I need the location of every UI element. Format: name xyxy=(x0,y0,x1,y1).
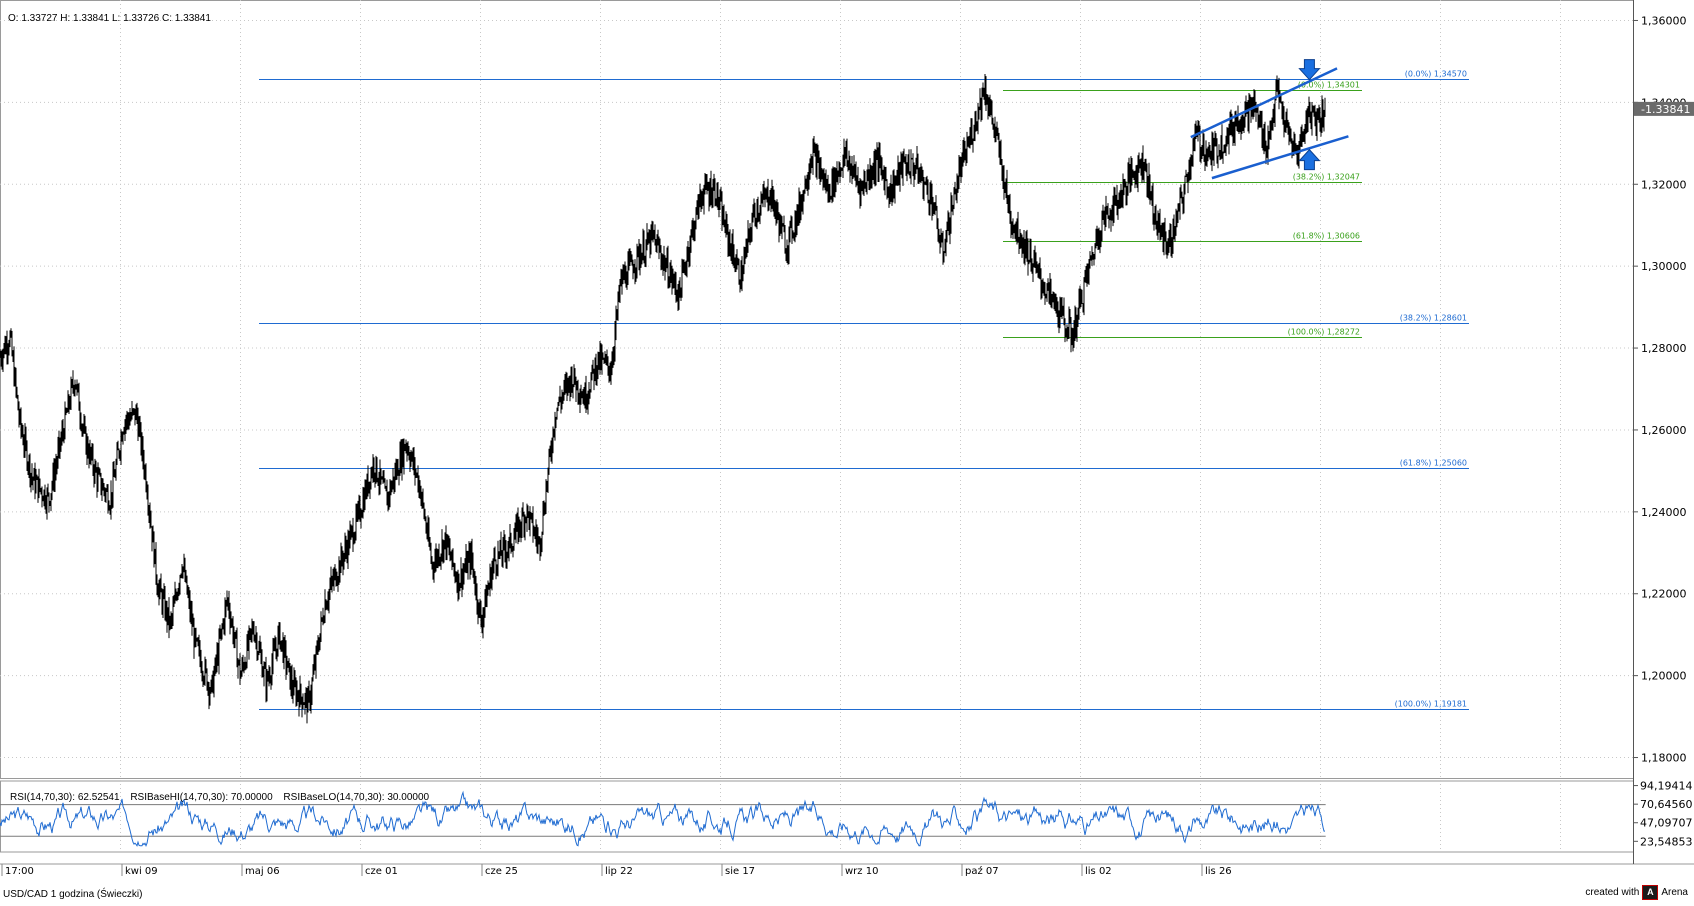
x-tick-label: paź 07 xyxy=(965,865,999,877)
rsi-tick-label: 23,54853 xyxy=(1640,835,1693,848)
rsi-legend: RSI(14,70,30): 62.52541 RSIBaseHI(14,70,… xyxy=(10,792,437,803)
x-tick-label: wrz 10 xyxy=(845,866,878,877)
rsi-tick-label: 47,09707 xyxy=(1640,817,1693,830)
rsi-base-hi-label: RSIBaseHI(14,70,30): 70.00000 xyxy=(130,792,273,803)
x-tick-label: lip 22 xyxy=(605,866,633,877)
created-with-label: created with xyxy=(1585,887,1640,898)
x-tick-label: sie 17 xyxy=(725,866,755,877)
fib-blue-label: (61.8%) 1,25060 xyxy=(1400,459,1467,468)
x-tick-label: 17:00 xyxy=(5,866,34,877)
price-chart[interactable]: 17:00 kwi 09 maj 06 cze 01 cze 25 lip 22 sie 1… xyxy=(0,0,1694,903)
rsi-tick-label: 94,19414 xyxy=(1640,780,1693,793)
y-tick-label: 1,18000 xyxy=(1641,752,1687,765)
y-tick-label: 1,26000 xyxy=(1641,424,1687,437)
fib-blue-label: (38.2%) 1,28601 xyxy=(1400,314,1467,323)
ohlc-readout: O: 1.33727 H: 1.33841 L: 1.33726 C: 1.33… xyxy=(8,13,211,24)
arena-logo-icon: A xyxy=(1642,885,1659,900)
fib-blue-label: (100.0%) 1,19181 xyxy=(1395,700,1467,709)
candles xyxy=(0,73,1326,724)
x-tick-label: cze 01 xyxy=(365,866,398,877)
y-tick-label: 1,20000 xyxy=(1641,670,1687,683)
fib-green-label: (100.0%) 1,28272 xyxy=(1288,328,1360,337)
x-tick-label: lis 02 xyxy=(1085,866,1112,877)
y-tick-label: 1,24000 xyxy=(1641,506,1687,519)
rsi-base-lo-label: RSIBaseLO(14,70,30): 30.00000 xyxy=(283,792,430,803)
y-tick-label: 1,30000 xyxy=(1641,260,1687,273)
fib-blue-label: (0.0%) 1,34570 xyxy=(1405,70,1467,79)
y-tick-label: 1,32000 xyxy=(1641,178,1687,191)
instrument-status: USD/CAD 1 godzina (Świeczki) xyxy=(3,889,143,900)
arrow-down-icon xyxy=(1298,59,1321,81)
created-with: created with A Arena xyxy=(1585,885,1688,900)
chart-root[interactable]: 17:00 kwi 09 maj 06 cze 01 cze 25 lip 22 sie 1… xyxy=(0,0,1694,903)
fib-green-label: (61.8%) 1,30606 xyxy=(1293,232,1360,241)
x-tick-label: maj 06 xyxy=(245,866,280,877)
y-tick-label: 1,36000 xyxy=(1641,14,1687,27)
x-tick-label: lis 26 xyxy=(1205,866,1232,877)
rsi-tick-label: 70,64560 xyxy=(1640,798,1693,811)
x-tick-label: kwi 09 xyxy=(125,866,158,877)
rsi-label: RSI(14,70,30): 62.52541 xyxy=(10,792,120,803)
y-tick-label: 1,28000 xyxy=(1641,342,1687,355)
x-tick-label: cze 25 xyxy=(485,866,518,877)
arrow-up-icon xyxy=(1298,148,1321,171)
brand-label: Arena xyxy=(1661,887,1688,898)
y-tick-label: 1,22000 xyxy=(1641,588,1687,601)
last-price-label: -1.33841 xyxy=(1641,103,1690,116)
fib-green-label: (38.2%) 1,32047 xyxy=(1293,173,1360,182)
